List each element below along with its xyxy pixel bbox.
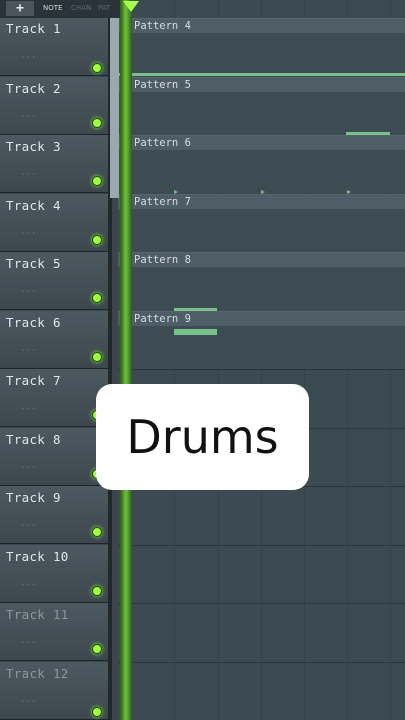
track-menu-icon[interactable]: ... xyxy=(20,402,36,412)
track-header[interactable]: Track 6 ... xyxy=(0,311,110,369)
track-menu-icon[interactable]: ... xyxy=(20,51,36,61)
track-menu-icon[interactable]: ... xyxy=(20,695,36,705)
track-enable-led[interactable] xyxy=(92,527,102,537)
scrollbar[interactable] xyxy=(110,18,119,198)
track-enable-led[interactable] xyxy=(92,293,102,303)
clip-name: Pattern 8 xyxy=(134,254,191,266)
tab-chan[interactable]: CHAN xyxy=(71,4,91,12)
pattern-clip[interactable]: Pattern 9 xyxy=(118,311,405,369)
grid-row-line xyxy=(118,662,405,663)
track-label: Track 11 xyxy=(6,607,69,622)
clip-name: Pattern 5 xyxy=(134,79,191,91)
track-label: Track 9 xyxy=(6,490,61,505)
track-label: Track 10 xyxy=(6,549,69,564)
track-menu-icon[interactable]: ... xyxy=(20,344,36,354)
clip-header[interactable]: Pattern 4 xyxy=(118,19,405,33)
track-enable-led[interactable] xyxy=(92,707,102,717)
track-enable-led[interactable] xyxy=(92,176,102,186)
playlist-window: Pattern 4 Pattern 5 Pattern 6 Pattern 7 … xyxy=(0,0,405,720)
toolbar: + NOTE CHAN PAT xyxy=(0,0,120,18)
track-label: Track 6 xyxy=(6,315,61,330)
track-enable-led[interactable] xyxy=(92,63,102,73)
track-header[interactable]: Track 1 ... xyxy=(0,18,110,76)
track-label: Track 7 xyxy=(6,373,61,388)
track-menu-icon[interactable]: ... xyxy=(20,578,36,588)
track-enable-led[interactable] xyxy=(92,352,102,362)
track-enable-led[interactable] xyxy=(92,586,102,596)
note xyxy=(174,329,217,335)
clip-name: Pattern 6 xyxy=(134,137,191,149)
track-header[interactable]: Track 4 ... xyxy=(0,194,110,252)
track-menu-icon[interactable]: ... xyxy=(20,636,36,646)
clip-header[interactable]: Pattern 8 xyxy=(118,253,405,267)
track-label: Track 3 xyxy=(6,139,61,154)
track-header[interactable]: Track 3 ... xyxy=(0,135,110,193)
pattern-clip[interactable]: Pattern 4 xyxy=(118,18,405,76)
track-label: Track 5 xyxy=(6,256,61,271)
grid-row-line xyxy=(118,369,405,370)
track-header[interactable]: Track 8 ... xyxy=(0,428,110,486)
playhead-marker-icon[interactable] xyxy=(123,1,139,12)
track-list: Track 1 ... Track 2 ... Track 3 ... Trac… xyxy=(0,0,110,720)
track-header[interactable]: Track 7 ... xyxy=(0,369,110,427)
track-label: Track 8 xyxy=(6,432,61,447)
track-enable-led[interactable] xyxy=(92,235,102,245)
clip-name: Pattern 9 xyxy=(134,313,191,325)
pattern-clip[interactable]: Pattern 7 xyxy=(118,194,405,252)
clip-name: Pattern 4 xyxy=(134,20,191,32)
playhead[interactable] xyxy=(120,0,132,720)
caption-bubble: Drums xyxy=(96,384,309,490)
track-menu-icon[interactable]: ... xyxy=(20,168,36,178)
track-menu-icon[interactable]: ... xyxy=(20,461,36,471)
pattern-clip[interactable]: Pattern 5 xyxy=(118,77,405,135)
grid-row-line xyxy=(118,603,405,604)
track-header[interactable]: Track 2 ... xyxy=(0,77,110,135)
clip-header[interactable]: Pattern 7 xyxy=(118,195,405,209)
track-label: Track 4 xyxy=(6,198,61,213)
track-header[interactable]: Track 12 ... xyxy=(0,662,110,720)
pattern-clip[interactable]: Pattern 8 xyxy=(118,252,405,311)
track-label: Track 2 xyxy=(6,81,61,96)
track-enable-led[interactable] xyxy=(92,644,102,654)
track-label: Track 1 xyxy=(6,21,61,36)
clip-header[interactable]: Pattern 5 xyxy=(118,78,405,92)
grid-row-line xyxy=(118,545,405,546)
note xyxy=(118,73,405,76)
track-menu-icon[interactable]: ... xyxy=(20,285,36,295)
tab-pat[interactable]: PAT xyxy=(98,4,110,12)
track-enable-led[interactable] xyxy=(92,118,102,128)
track-menu-icon[interactable]: ... xyxy=(20,227,36,237)
clip-name: Pattern 7 xyxy=(134,196,191,208)
tab-note[interactable]: NOTE xyxy=(43,4,62,12)
track-header[interactable]: Track 5 ... xyxy=(0,252,110,310)
track-header[interactable]: Track 11 ... xyxy=(0,603,110,661)
track-header[interactable]: Track 10 ... xyxy=(0,545,110,603)
caption-text: Drums xyxy=(126,410,279,464)
track-label: Track 12 xyxy=(6,666,69,681)
pattern-clip[interactable]: Pattern 6 xyxy=(118,135,405,194)
track-menu-icon[interactable]: ... xyxy=(20,110,36,120)
add-track-button[interactable]: + xyxy=(6,1,34,16)
clip-header[interactable]: Pattern 9 xyxy=(118,312,405,326)
track-header[interactable]: Track 9 ... xyxy=(0,486,110,544)
track-menu-icon[interactable]: ... xyxy=(20,519,36,529)
clip-header[interactable]: Pattern 6 xyxy=(118,136,405,150)
